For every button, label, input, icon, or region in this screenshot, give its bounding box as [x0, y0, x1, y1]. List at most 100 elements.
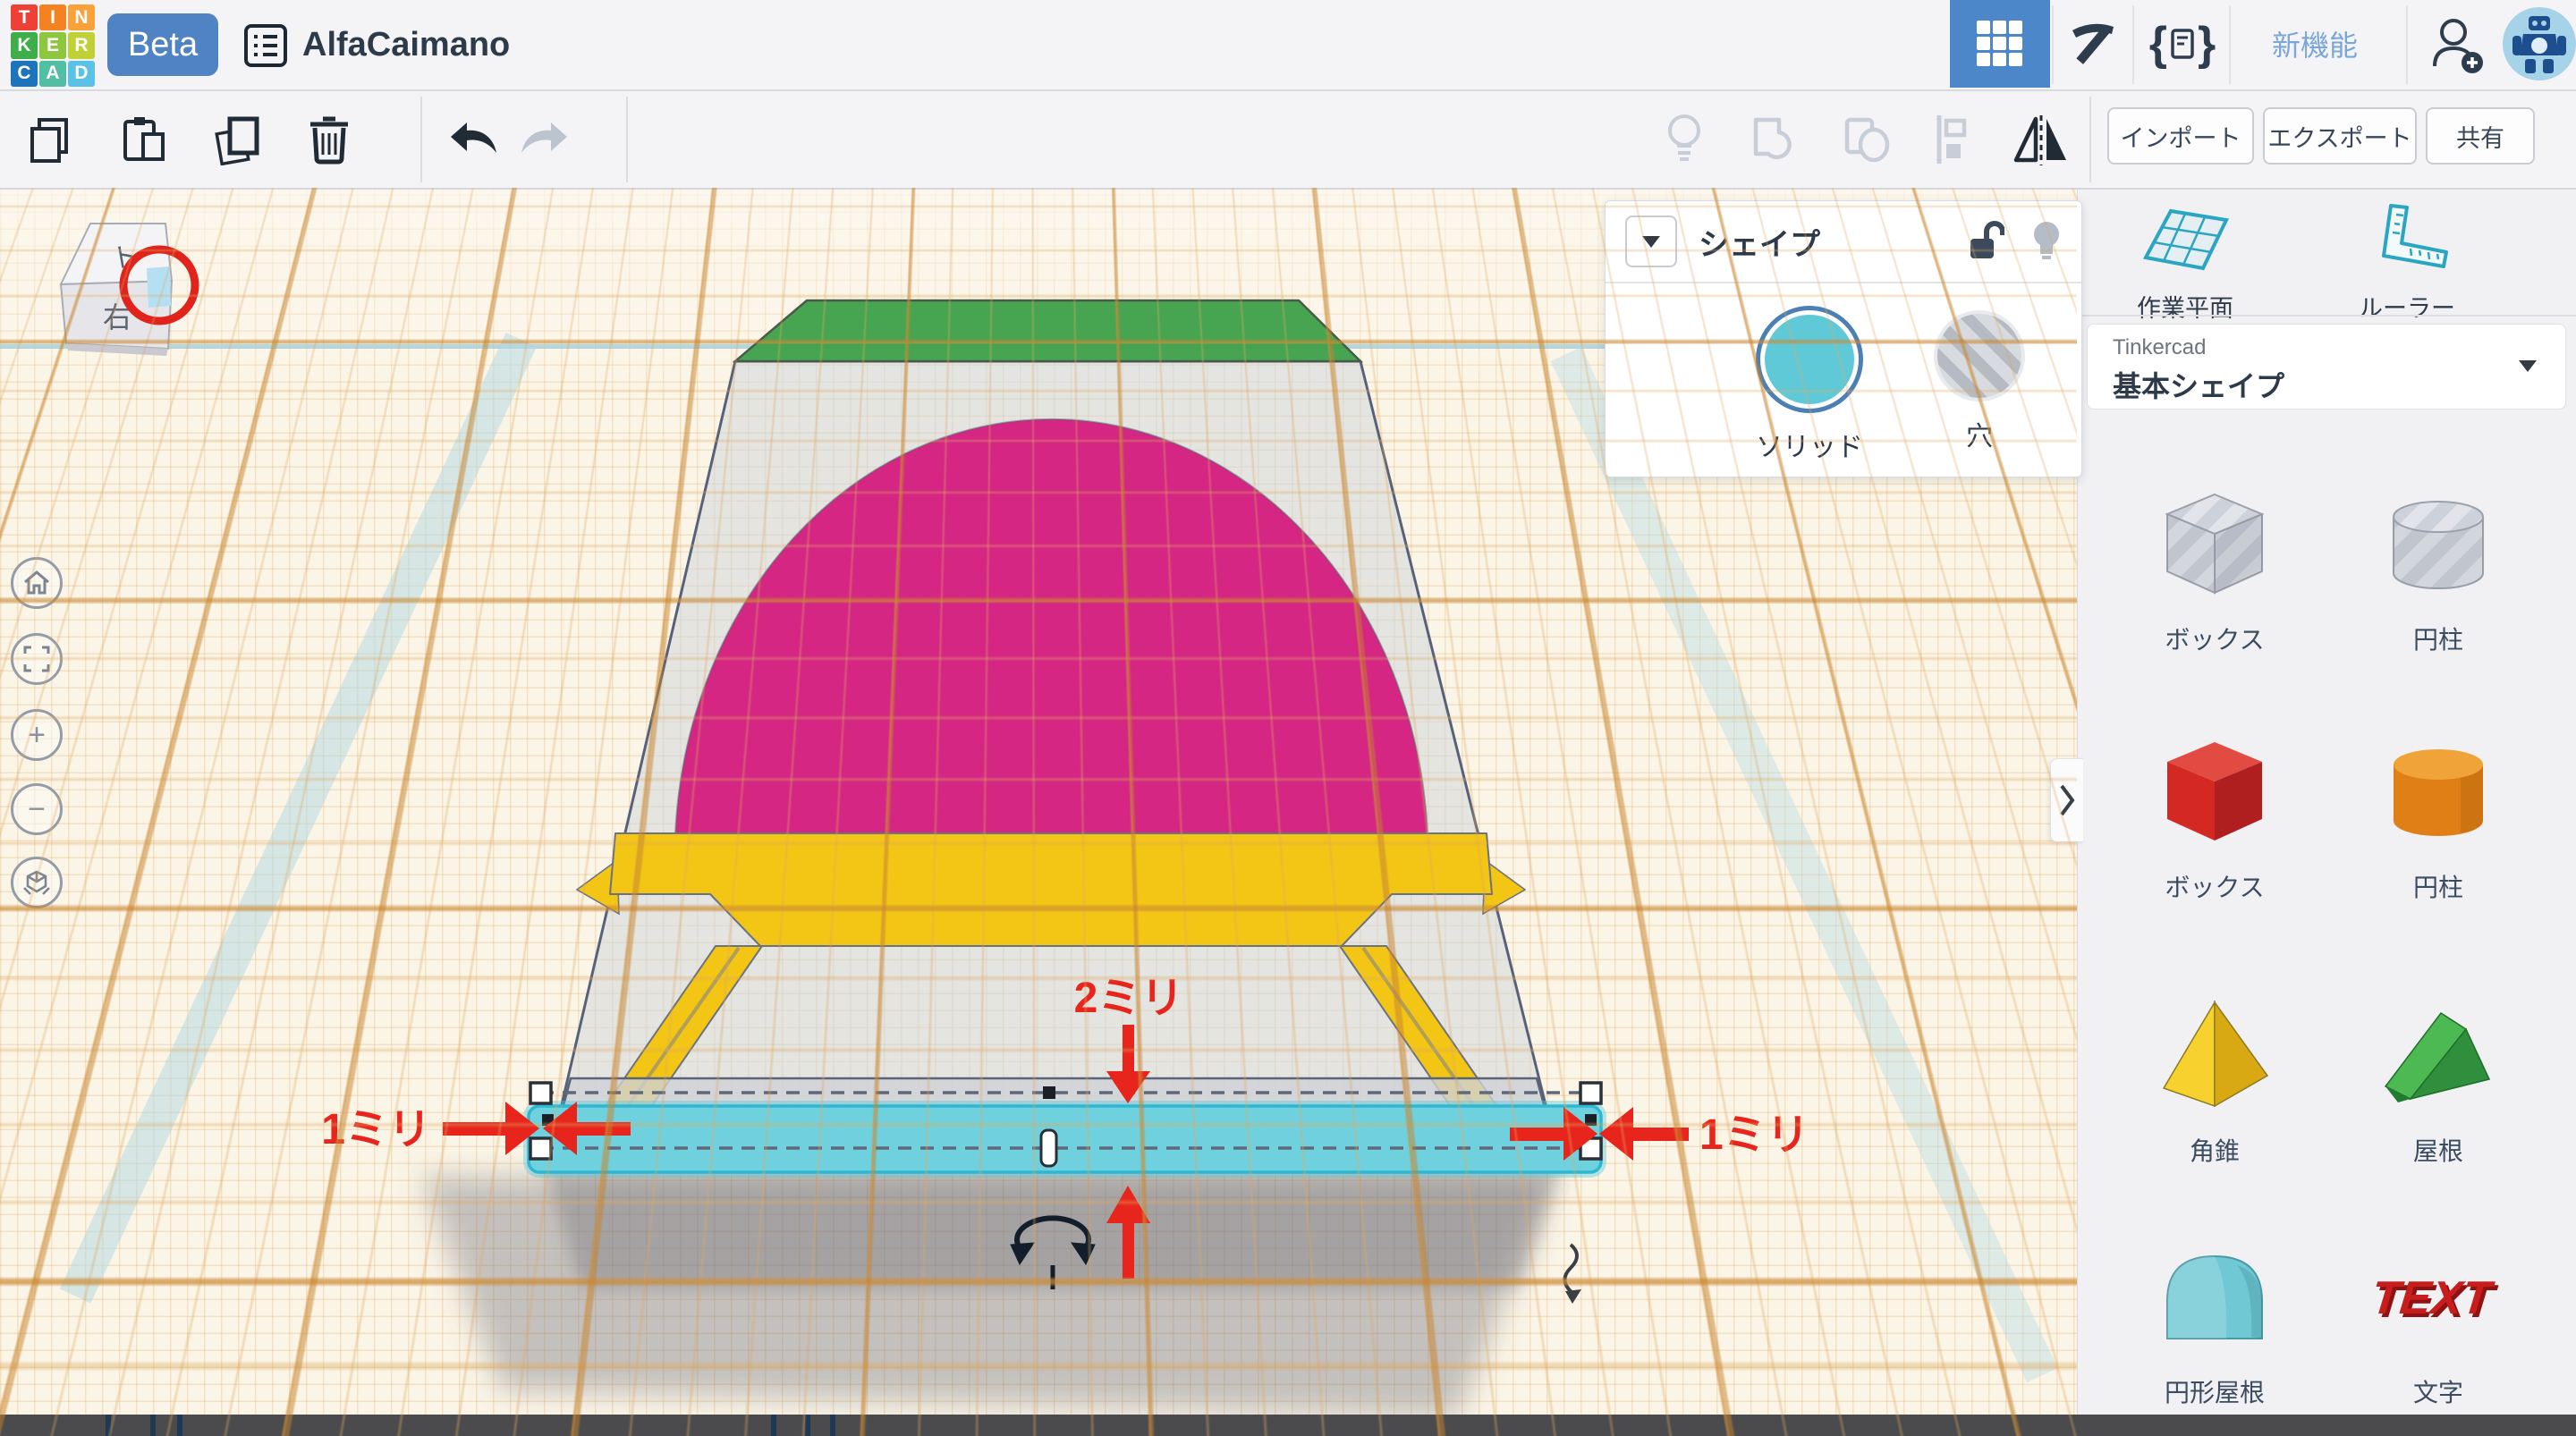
import-button[interactable]: インポート — [2107, 107, 2254, 165]
tinkercad-app: 2ミリ 1ミリ 1ミリ ト 右 + − シェイプ ソリッド 穴 作業平面 ルーラ… — [0, 0, 2576, 1436]
hole-swatch[interactable]: 穴 — [1890, 310, 2069, 453]
solid-color-circle[interactable] — [1760, 310, 1859, 409]
shape-item-box-hole[interactable]: ボックス — [2116, 477, 2313, 656]
yellow-pyramid-icon — [2162, 1000, 2269, 1108]
sidebar-divider — [2078, 315, 2576, 317]
shape-item-box[interactable]: ボックス — [2116, 724, 2313, 904]
paste-icon — [123, 117, 165, 161]
minecraft-export-button[interactable] — [2057, 0, 2129, 88]
undo-icon — [451, 122, 496, 153]
ruler-icon — [2382, 204, 2448, 268]
shape-item-text[interactable]: TEXT TEXT 文字 — [2340, 1229, 2537, 1409]
ungroup-icon — [1844, 117, 1890, 163]
perspective-cube-icon — [23, 870, 50, 895]
ruler-tool[interactable]: ルーラー — [2300, 200, 2514, 324]
beta-badge: Beta — [107, 13, 218, 76]
inspector-collapse-button[interactable] — [1625, 215, 1677, 267]
selected-strip[interactable] — [527, 1104, 1603, 1174]
brace-left: { — [2148, 18, 2167, 70]
mid-handle-top[interactable] — [1043, 1086, 1055, 1099]
dashboard-button[interactable] — [1950, 0, 2050, 88]
ruler-label: ルーラー — [2359, 295, 2455, 322]
perspective-toggle-button[interactable] — [11, 857, 63, 908]
zoom-out-button[interactable]: − — [11, 783, 63, 835]
new-features-link[interactable]: 新機能 — [2234, 0, 2395, 88]
design-properties-icon[interactable] — [243, 23, 288, 68]
zoom-in-button[interactable]: + — [11, 709, 63, 761]
copy-button[interactable] — [23, 91, 77, 188]
model-green-top[interactable] — [732, 299, 1364, 363]
delete-button[interactable] — [302, 91, 356, 188]
view-cube-edge-highlight[interactable] — [147, 266, 171, 308]
inspector-panel: シェイプ ソリッド 穴 — [1605, 200, 2082, 477]
brace-right: } — [2198, 18, 2216, 70]
mirror-button[interactable] — [2007, 91, 2075, 188]
robot-avatar-icon — [2512, 16, 2566, 73]
edit-toolbar: インポート エクスポート 共有 — [0, 91, 2576, 190]
library-name: 基本シェイプ — [2113, 370, 2285, 402]
library-selector[interactable]: Tinkercad 基本シェイプ — [2087, 324, 2566, 410]
home-view-button[interactable] — [11, 557, 63, 609]
bulb-outline-icon — [1668, 114, 1700, 161]
group-icon — [1753, 117, 1792, 159]
annotation-left-label: 1ミリ — [321, 1106, 431, 1153]
person-add-icon — [2433, 19, 2483, 73]
tinkercad-logo[interactable]: TIN KER CAD — [11, 4, 95, 87]
shape-item-cylinder[interactable]: 円柱 — [2340, 724, 2537, 904]
caret-down-icon — [1642, 235, 1660, 248]
height-handle[interactable] — [1039, 1128, 1058, 1168]
solid-swatch[interactable]: ソリッド — [1720, 310, 1899, 464]
undo-button[interactable] — [442, 91, 504, 188]
mid-handle-right[interactable] — [1585, 1114, 1597, 1126]
shape-item-cylinder-hole[interactable]: 円柱 — [2340, 477, 2537, 656]
library-brand: Tinkercad — [2113, 335, 2207, 359]
duplicate-icon — [215, 116, 259, 165]
copy-icon — [30, 118, 68, 163]
top-bar: TIN KER CAD Beta AlfaCaimano {} 新機能 — [0, 0, 2576, 91]
group-button[interactable] — [1742, 91, 1809, 188]
workplane-label: 作業平面 — [2137, 295, 2233, 322]
shape-item-pyramid[interactable]: 角錐 — [2116, 988, 2313, 1168]
shape-item-roof[interactable]: 屋根 — [2340, 988, 2537, 1168]
striped-cylinder-icon — [2393, 501, 2484, 589]
design-title[interactable]: AlfaCaimano — [302, 0, 510, 89]
red-text-icon: TEXT TEXT — [2368, 1272, 2500, 1328]
align-icon — [1936, 115, 1967, 164]
view-cube[interactable]: ト 右 — [25, 213, 222, 370]
unlock-icon[interactable] — [1967, 221, 2004, 262]
hole-pattern-circle[interactable] — [1937, 314, 2021, 398]
align-button[interactable] — [1925, 91, 1984, 188]
codeblocks-button[interactable]: { } — [2138, 0, 2227, 88]
ungroup-button[interactable] — [1834, 91, 1900, 188]
sidebar-collapse-tab[interactable] — [2050, 758, 2083, 842]
shape-item-round-roof[interactable]: 円形屋根 — [2116, 1229, 2313, 1409]
fit-view-button[interactable] — [11, 633, 63, 685]
cyan-round-roof-icon — [2166, 1254, 2263, 1339]
pickaxe-icon — [2072, 23, 2114, 64]
avatar[interactable] — [2503, 7, 2576, 80]
export-button[interactable]: エクスポート — [2263, 107, 2417, 165]
duplicate-button[interactable] — [209, 91, 263, 188]
invite-user-button[interactable] — [2415, 0, 2496, 88]
caption-bar — [0, 1415, 2576, 1436]
light-view-button[interactable] — [1653, 91, 1716, 188]
annotation-right-label: 1ミリ — [1699, 1111, 1809, 1159]
green-roof-icon — [2384, 1011, 2491, 1102]
home-icon — [24, 570, 49, 595]
share-button[interactable]: 共有 — [2426, 107, 2535, 165]
orbit-cursor — [1563, 1243, 1581, 1304]
redo-button[interactable] — [513, 91, 576, 188]
orange-cylinder-icon — [2394, 749, 2483, 836]
paste-button[interactable] — [116, 91, 170, 188]
svg-text:TEXT: TEXT — [2371, 1272, 2497, 1324]
chevron-right-icon — [2060, 784, 2075, 816]
lightbulb-icon[interactable] — [2031, 220, 2062, 263]
workplane-icon — [2142, 208, 2229, 271]
annotation-depth-label: 2ミリ — [1074, 975, 1184, 1022]
red-box-icon — [2167, 742, 2262, 840]
shape-library-sidebar: 作業平面 ルーラー Tinkercad 基本シェイプ ボックス 円柱 ボックス … — [2077, 188, 2576, 1436]
hole-label: 穴 — [1966, 422, 1993, 452]
solid-label: ソリッド — [1756, 433, 1863, 462]
workplane-tool[interactable]: 作業平面 — [2078, 200, 2292, 324]
minus-icon: − — [28, 792, 46, 826]
